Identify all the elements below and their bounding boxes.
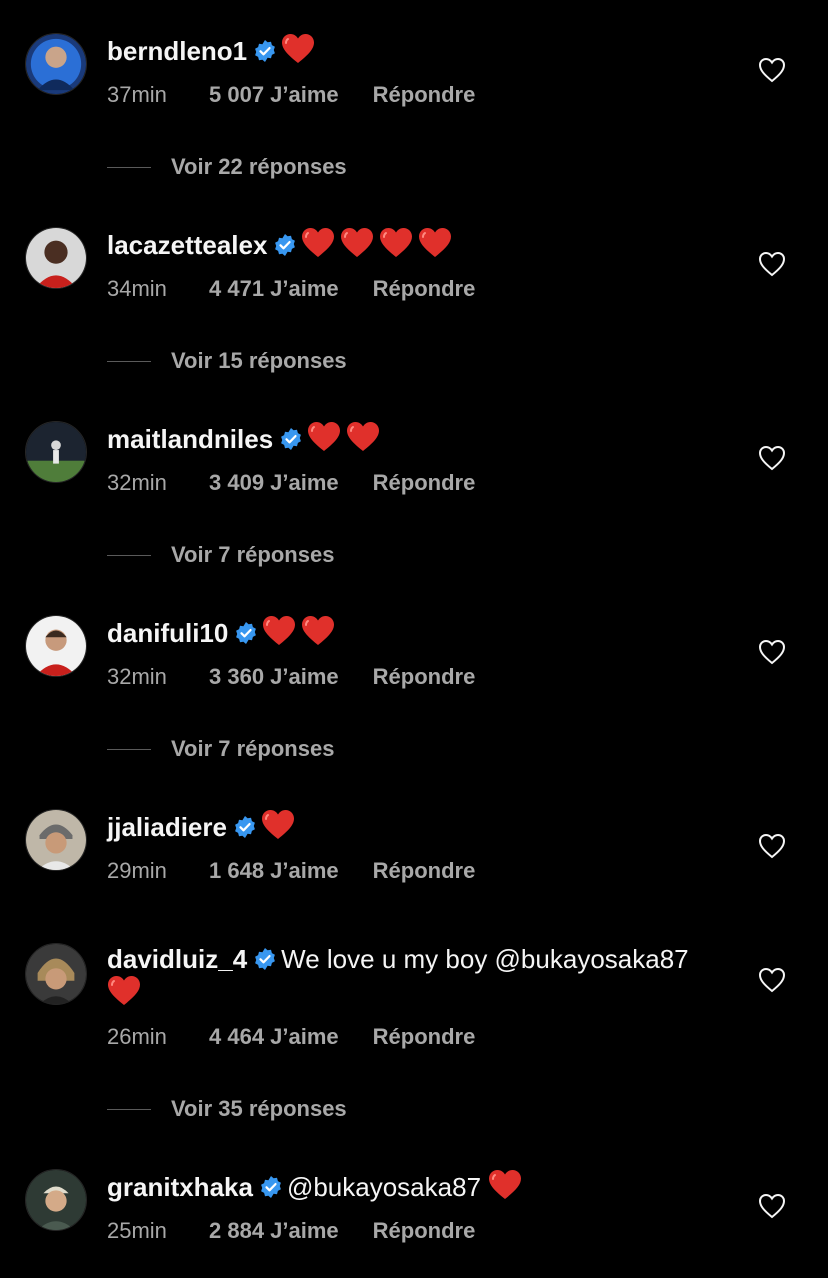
red-heart-emoji [261, 809, 295, 841]
red-heart-emoji [307, 421, 341, 453]
username[interactable]: lacazettealex [107, 230, 267, 260]
replies-divider [107, 748, 151, 750]
red-heart-emoji [418, 227, 452, 259]
heart-emojis [488, 1169, 527, 1208]
replies-divider [107, 360, 151, 362]
view-replies-label[interactable]: Voir 7 réponses [171, 540, 334, 570]
avatar[interactable] [25, 33, 87, 95]
heart-emojis [281, 33, 320, 72]
comment-header: davidluiz_4 We love u my boy @bukayosaka8… [107, 943, 727, 1014]
username[interactable]: berndleno1 [107, 36, 247, 66]
heart-outline-icon[interactable] [758, 1193, 786, 1219]
timestamp: 34min [107, 276, 167, 301]
verified-badge-icon [279, 427, 303, 451]
heart-outline-icon[interactable] [758, 833, 786, 859]
view-replies[interactable]: Voir 15 réponses [107, 346, 347, 376]
comment-header: berndleno1 [107, 33, 727, 72]
timestamp: 29min [107, 858, 167, 883]
red-heart-emoji [281, 33, 315, 65]
reply-button[interactable]: Répondre [373, 275, 476, 303]
heart-emojis [301, 227, 457, 266]
avatar[interactable] [25, 809, 87, 871]
reply-button[interactable]: Répondre [373, 1217, 476, 1245]
heart-emojis [261, 809, 300, 848]
red-heart-emoji [262, 615, 296, 647]
heart-emojis [307, 421, 385, 460]
view-replies[interactable]: Voir 22 réponses [107, 152, 347, 182]
avatar[interactable] [25, 1169, 87, 1231]
red-heart-emoji [488, 1169, 522, 1201]
timestamp: 32min [107, 470, 167, 495]
comment-header: jjaliadiere [107, 809, 727, 848]
reply-button[interactable]: Répondre [373, 469, 476, 497]
avatar[interactable] [25, 615, 87, 677]
reply-button[interactable]: Répondre [373, 1023, 476, 1051]
heart-outline-icon[interactable] [758, 639, 786, 665]
like-count[interactable]: 5 007 J’aime [209, 81, 339, 109]
red-heart-emoji [379, 227, 413, 259]
heart-outline-icon[interactable] [758, 967, 786, 993]
replies-divider [107, 1108, 151, 1110]
comment-header: danifuli10 [107, 615, 727, 654]
username[interactable]: maitlandniles [107, 424, 273, 454]
comment-meta: 37min 5 007 J’aime Répondre [107, 81, 475, 109]
heart-emojis [262, 615, 340, 654]
heart-outline-icon[interactable] [758, 445, 786, 471]
comment-header: granitxhaka @bukayosaka87 [107, 1169, 727, 1208]
like-count[interactable]: 3 409 J’aime [209, 469, 339, 497]
verified-badge-icon [259, 1175, 283, 1199]
like-count[interactable]: 4 464 J’aime [209, 1023, 339, 1051]
like-count[interactable]: 4 471 J’aime [209, 275, 339, 303]
heart-emojis [107, 975, 146, 1014]
red-heart-emoji [340, 227, 374, 259]
timestamp: 37min [107, 82, 167, 107]
verified-badge-icon [233, 815, 257, 839]
reply-button[interactable]: Répondre [373, 81, 476, 109]
replies-divider [107, 166, 151, 168]
comment-meta: 34min 4 471 J’aime Répondre [107, 275, 475, 303]
avatar[interactable] [25, 943, 87, 1005]
comment-meta: 25min 2 884 J’aime Répondre [107, 1217, 475, 1245]
view-replies-label[interactable]: Voir 35 réponses [171, 1094, 347, 1124]
comment-header: lacazettealex [107, 227, 727, 266]
username[interactable]: jjaliadiere [107, 812, 227, 842]
username[interactable]: davidluiz_4 [107, 944, 247, 974]
red-heart-emoji [301, 615, 335, 647]
verified-badge-icon [234, 621, 258, 645]
reply-button[interactable]: Répondre [373, 663, 476, 691]
avatar[interactable] [25, 227, 87, 289]
comment-text: @bukayosaka87 [286, 1172, 482, 1202]
username[interactable]: danifuli10 [107, 618, 228, 648]
comment-meta: 29min 1 648 J’aime Répondre [107, 857, 475, 885]
reply-button[interactable]: Répondre [373, 857, 476, 885]
view-replies-label[interactable]: Voir 15 réponses [171, 346, 347, 376]
verified-badge-icon [273, 233, 297, 257]
view-replies-label[interactable]: Voir 22 réponses [171, 152, 347, 182]
view-replies[interactable]: Voir 7 réponses [107, 734, 334, 764]
heart-outline-icon[interactable] [758, 57, 786, 83]
comment-text: We love u my boy @bukayosaka87 [281, 944, 689, 974]
verified-badge-icon [253, 39, 277, 63]
timestamp: 32min [107, 664, 167, 689]
like-count[interactable]: 3 360 J’aime [209, 663, 339, 691]
view-replies[interactable]: Voir 35 réponses [107, 1094, 347, 1124]
comment-meta: 26min 4 464 J’aime Répondre [107, 1023, 475, 1051]
view-replies[interactable]: Voir 7 réponses [107, 540, 334, 570]
avatar[interactable] [25, 421, 87, 483]
view-replies-label[interactable]: Voir 7 réponses [171, 734, 334, 764]
timestamp: 25min [107, 1218, 167, 1243]
red-heart-emoji [301, 227, 335, 259]
like-count[interactable]: 1 648 J’aime [209, 857, 339, 885]
comment-header: maitlandniles [107, 421, 727, 460]
timestamp: 26min [107, 1024, 167, 1049]
red-heart-emoji [107, 975, 141, 1007]
comment-meta: 32min 3 409 J’aime Répondre [107, 469, 475, 497]
username[interactable]: granitxhaka [107, 1172, 253, 1202]
red-heart-emoji [346, 421, 380, 453]
verified-badge-icon [253, 947, 277, 971]
replies-divider [107, 554, 151, 556]
like-count[interactable]: 2 884 J’aime [209, 1217, 339, 1245]
comment-meta: 32min 3 360 J’aime Répondre [107, 663, 475, 691]
heart-outline-icon[interactable] [758, 251, 786, 277]
